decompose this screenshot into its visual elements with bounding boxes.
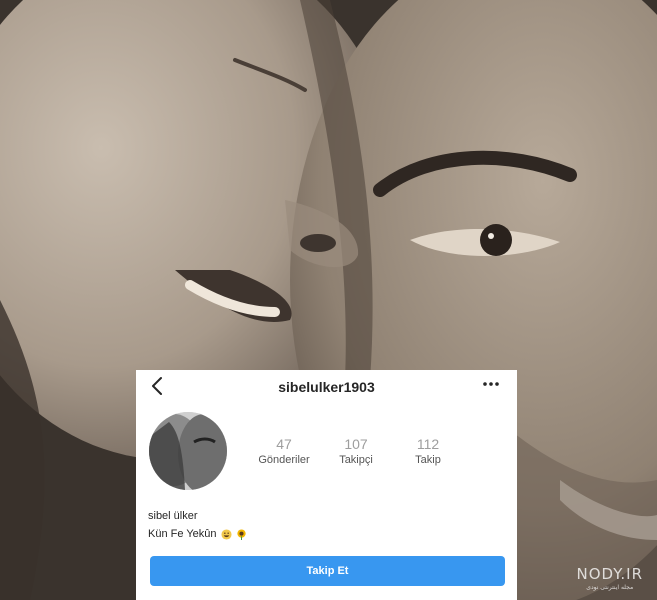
stat-following-label: Takip bbox=[415, 454, 441, 466]
profile-stats: 47 Gönderiler 107 Takipçi 112 Takip bbox=[246, 436, 466, 476]
stat-following[interactable]: 112 Takip bbox=[390, 436, 466, 466]
grinning-face-emoji-icon bbox=[220, 528, 232, 540]
stat-followers-count: 107 bbox=[344, 436, 368, 452]
profile-bio-text: Kün Fe Yekûn bbox=[148, 528, 217, 540]
stat-followers-label: Takipçi bbox=[339, 454, 373, 466]
profile-name: sibel ülker bbox=[148, 510, 198, 522]
stat-following-count: 112 bbox=[416, 436, 440, 452]
profile-card: sibelulker1903 47 Gönderiler 107 Takipçi… bbox=[136, 370, 517, 600]
follow-button[interactable]: Takip Et bbox=[150, 556, 505, 586]
stat-posts[interactable]: 47 Gönderiler bbox=[246, 436, 322, 466]
profile-username: sibelulker1903 bbox=[278, 379, 375, 395]
watermark: NODY.IR مجله اینترنتی نودی bbox=[577, 565, 644, 591]
avatar-image bbox=[149, 412, 227, 490]
watermark-sub: مجله اینترنتی نودی bbox=[586, 584, 634, 591]
profile-bio: Kün Fe Yekûn bbox=[148, 528, 247, 540]
stat-followers[interactable]: 107 Takipçi bbox=[318, 436, 394, 466]
watermark-main: NODY.IR bbox=[576, 565, 643, 583]
avatar[interactable] bbox=[149, 412, 227, 490]
stat-posts-count: 47 bbox=[276, 436, 292, 452]
more-icon[interactable] bbox=[479, 376, 503, 392]
profile-header: sibelulker1903 bbox=[136, 370, 517, 404]
sunflower-emoji-icon bbox=[236, 528, 246, 540]
stat-posts-label: Gönderiler bbox=[258, 454, 310, 466]
